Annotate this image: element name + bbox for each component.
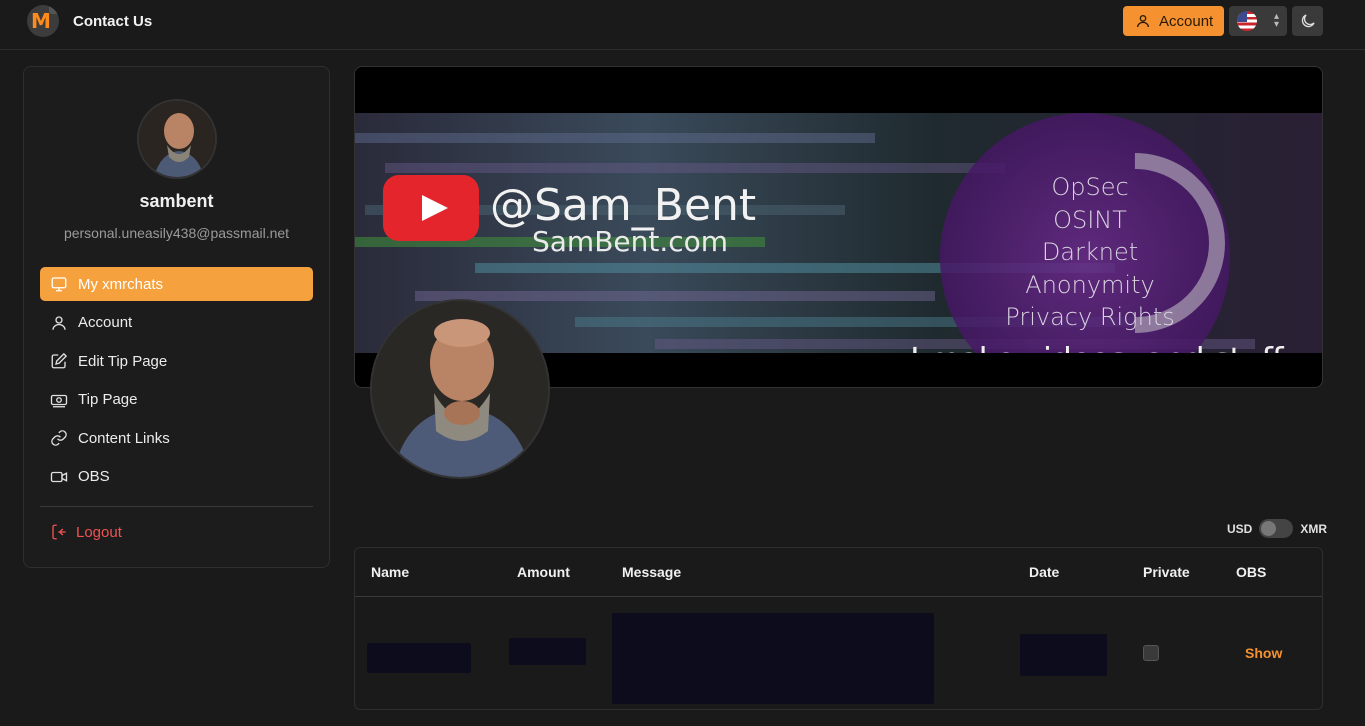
link-icon — [51, 430, 67, 446]
sidebar-item-label: Edit Tip Page — [78, 352, 168, 370]
currency-toggle: USD XMR — [1227, 519, 1327, 538]
sidebar-item-label: My xmrchats — [78, 275, 164, 293]
banner-tag: Privacy Rights — [1005, 303, 1175, 331]
message-cell-redacted — [612, 613, 934, 704]
currency-usd-label: USD — [1227, 521, 1253, 536]
logout-label: Logout — [76, 523, 122, 541]
tips-table: Name Amount Message Date Private OBS Sho… — [354, 547, 1323, 710]
user-email: personal.uneasily438@passmail.net — [63, 225, 290, 241]
avatar — [137, 99, 217, 179]
sidebar-item-label: Content Links — [78, 429, 170, 447]
logout-icon — [52, 524, 66, 540]
account-button-label: Account — [1159, 12, 1214, 30]
column-header-date[interactable]: Date — [1029, 564, 1059, 580]
sidebar-item-label: Tip Page — [78, 391, 138, 408]
amount-cell-redacted — [509, 638, 586, 665]
user-icon — [52, 315, 66, 330]
banner-tag: OSINT — [1053, 205, 1127, 234]
date-cell-redacted — [1020, 634, 1107, 676]
video-icon — [50, 471, 68, 482]
moon-icon — [1301, 14, 1315, 28]
sidebar-item-label: Account — [78, 314, 133, 331]
us-flag-icon — [1237, 11, 1257, 31]
sidebar-item-edit-tip-page[interactable]: Edit Tip Page — [40, 344, 313, 378]
account-button[interactable]: Account — [1123, 6, 1224, 36]
monitor-icon — [51, 277, 67, 292]
column-header-obs[interactable]: OBS — [1236, 564, 1266, 580]
language-select[interactable]: ▴ ▾ — [1229, 6, 1287, 36]
column-header-message[interactable]: Message — [622, 564, 681, 580]
logout-button[interactable]: Logout — [50, 523, 122, 541]
column-header-private[interactable]: Private — [1143, 564, 1190, 580]
banner-tag: OpSec — [1051, 173, 1129, 201]
banner-tag: Darknet — [1041, 238, 1139, 266]
sidebar-nav: My xmrchats Account Edit Tip Page Tip Pa… — [40, 267, 313, 498]
sidebar-item-obs[interactable]: OBS — [40, 460, 313, 494]
banner-handle: @Sam_Bent — [490, 180, 757, 231]
edit-icon — [51, 352, 68, 369]
sidebar-item-label: OBS — [78, 468, 110, 485]
banner-tags: OpSec OSINT Darknet Anonymity Privacy Ri… — [995, 171, 1185, 334]
sidebar-divider — [40, 506, 313, 507]
youtube-logo-icon — [383, 175, 479, 241]
sidebar: sambent personal.uneasily438@passmail.ne… — [23, 66, 330, 568]
cash-icon — [50, 394, 68, 407]
profile-avatar — [370, 299, 550, 479]
name-cell-redacted — [367, 643, 471, 673]
column-header-amount[interactable]: Amount — [517, 564, 570, 580]
table-header: Name Amount Message Date Private OBS — [355, 548, 1322, 597]
chevron-up-down-icon: ▴ ▾ — [1273, 11, 1279, 30]
contact-us-link[interactable]: Contact Us — [73, 13, 152, 30]
banner-tag: Anonymity — [1025, 270, 1155, 299]
sidebar-item-account[interactable]: Account — [40, 306, 313, 340]
sidebar-item-content-links[interactable]: Content Links — [40, 421, 313, 455]
column-header-name[interactable]: Name — [371, 564, 409, 580]
currency-xmr-label: XMR — [1300, 521, 1328, 536]
top-bar: M Contact Us Account ▴ ▾ — [0, 0, 1365, 50]
banner-site: SamBent.com — [532, 225, 729, 258]
user-icon — [1137, 15, 1149, 28]
banner-tagline: I make videos, and stuff. — [910, 340, 1291, 353]
sidebar-item-tip-page[interactable]: Tip Page — [40, 383, 313, 417]
currency-switch[interactable] — [1259, 519, 1294, 538]
sidebar-item-my-xmrchats[interactable]: My xmrchats — [40, 267, 313, 301]
theme-toggle-button[interactable] — [1292, 6, 1323, 36]
show-button[interactable]: Show — [1245, 645, 1282, 661]
xmrchat-logo-icon[interactable]: M — [27, 5, 59, 37]
username: sambent — [139, 191, 214, 211]
private-checkbox[interactable] — [1143, 645, 1159, 661]
